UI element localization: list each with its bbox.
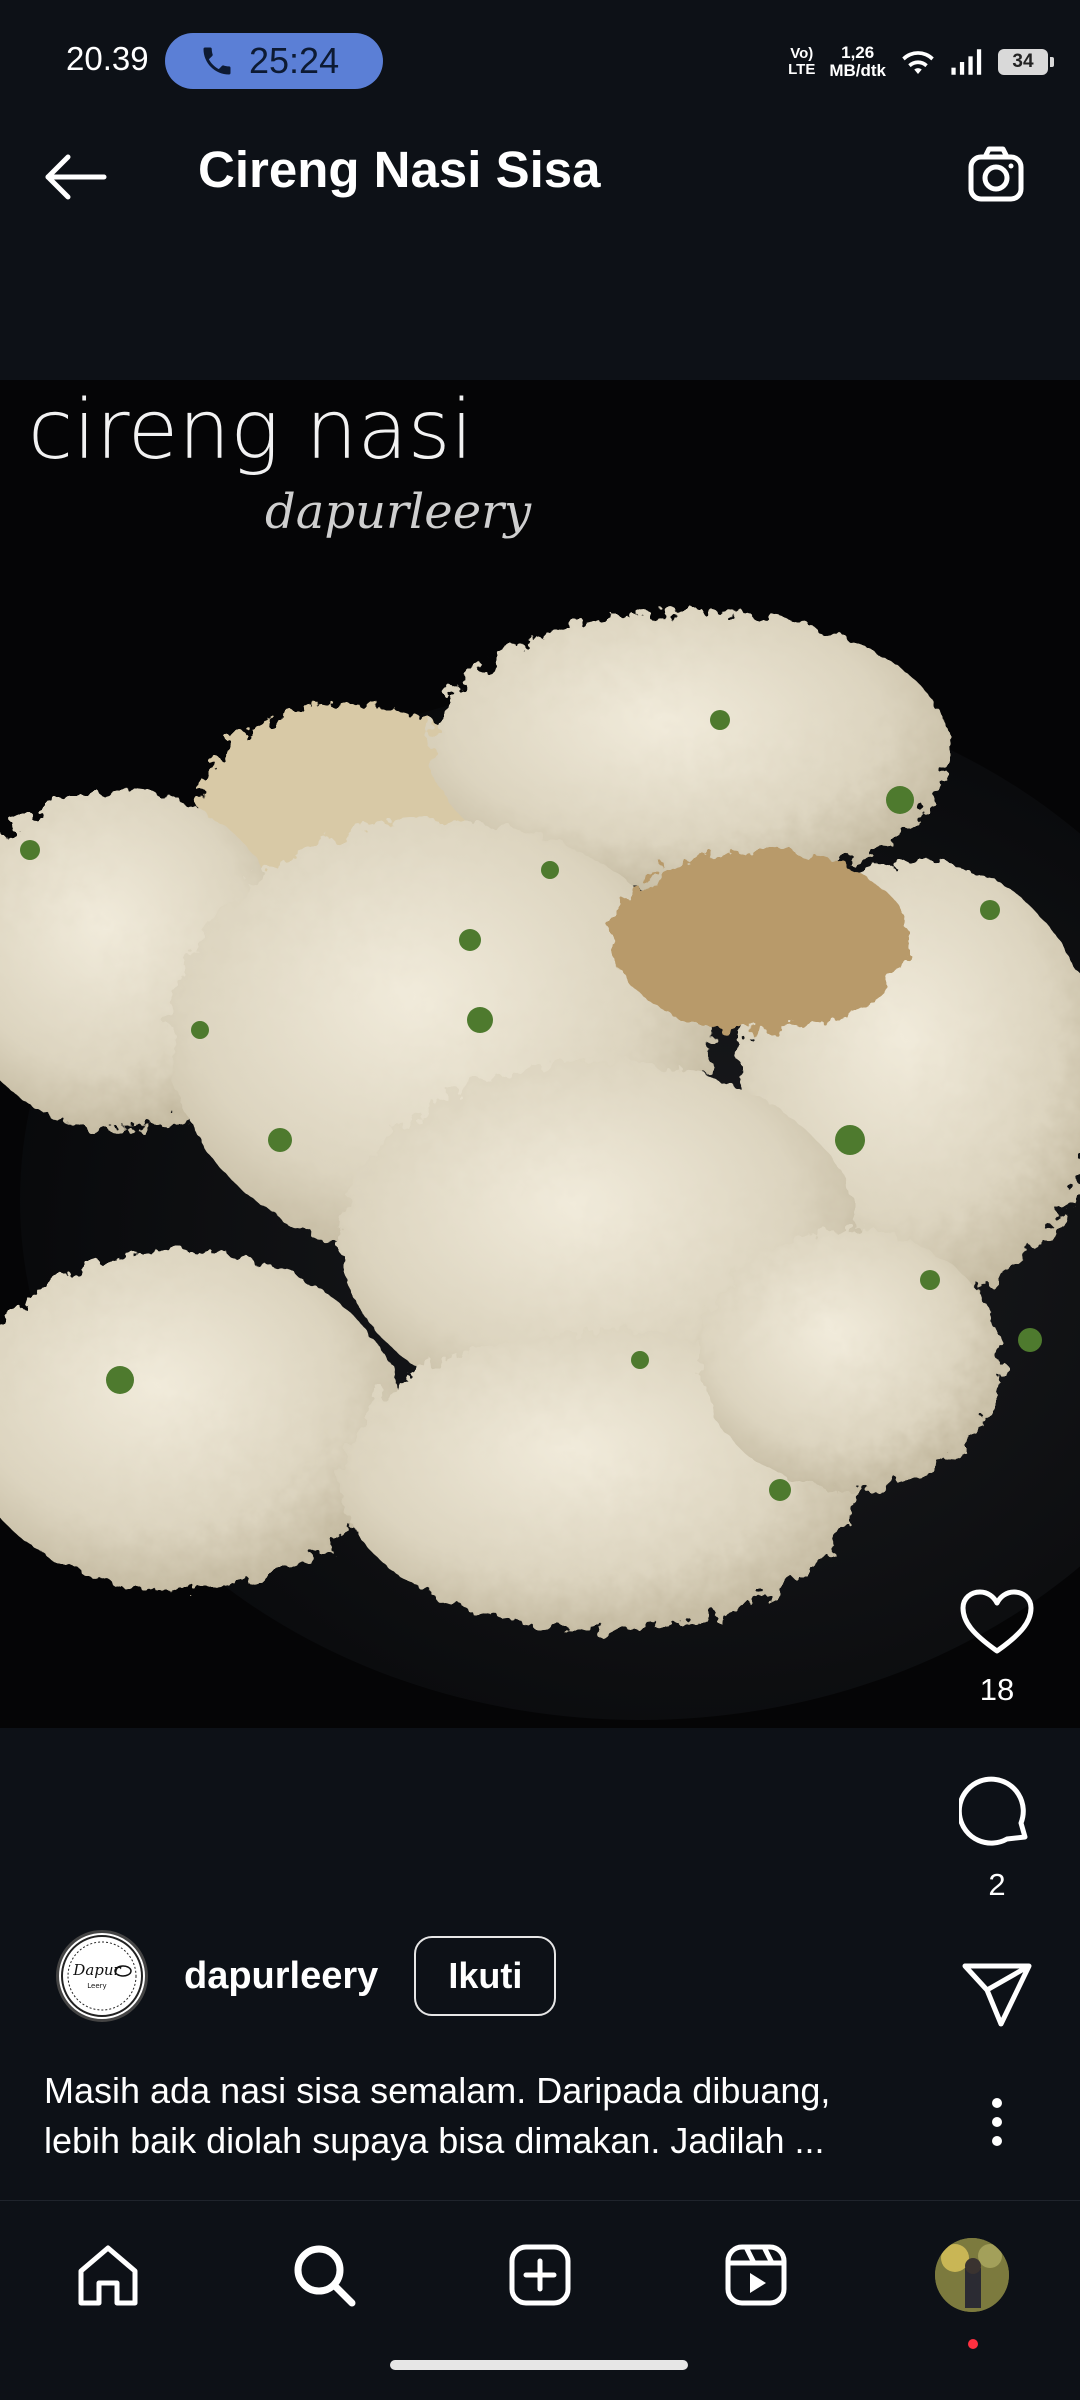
more-options-button[interactable] [937,2082,1057,2162]
battery-icon: 34 [998,49,1054,75]
volte-label: Vo) [790,45,814,62]
call-duration: 25:24 [249,40,340,81]
camera-icon [968,146,1024,202]
follow-button[interactable]: Ikuti [414,1936,557,2016]
like-action[interactable]: 18 [937,1588,1057,1708]
speed-unit: MB/dtk [829,61,886,80]
svg-text:Dapur: Dapur [72,1961,121,1979]
wifi-icon [902,51,934,74]
speed-value: 1,26 [841,43,875,62]
comment-count: 2 [988,1867,1006,1902]
signal-icon [951,49,982,75]
lte-label: LTE [788,61,816,78]
author-logo: Dapur Leery [61,1935,143,2017]
caption-line-1: Masih ada nasi sisa semalam. Daripada di… [44,2070,831,2111]
like-count: 18 [979,1672,1015,1707]
send-icon[interactable] [961,1962,1033,2028]
image-overlay-title: cireng nasi [28,383,473,478]
status-bar: 20.39 25:24 Vo) LTE 1,26 MB/dtk 34 [0,0,1080,92]
nav-reels[interactable] [716,2235,796,2315]
phone-icon [203,47,231,75]
network-speed: 1,26 MB/dtk [829,44,886,80]
author-avatar[interactable]: Dapur Leery [56,1930,148,2022]
share-action[interactable] [937,1962,1057,2028]
nav-create[interactable] [500,2235,580,2315]
food-photo: cireng nasi dapurleery [0,380,1080,1728]
heart-icon[interactable] [959,1588,1035,1656]
search-icon [294,2245,356,2307]
back-button[interactable] [36,142,116,212]
author-row: Dapur Leery dapurleery Ikuti [56,1928,557,2024]
top-app-bar: Cireng Nasi Sisa [0,92,1080,252]
more-vertical-icon [992,2098,1002,2146]
notification-dot [968,2339,978,2349]
image-watermark: dapurleery [265,484,532,540]
comment-action[interactable]: 2 [937,1775,1057,1903]
arrow-left-icon [45,154,107,200]
home-icon [78,2245,138,2306]
bottom-navigation [0,2200,1080,2400]
nav-search[interactable] [284,2235,364,2315]
home-gesture-bar[interactable] [390,2360,688,2370]
post-image[interactable]: cireng nasi dapurleery [0,380,1080,1728]
comment-icon[interactable] [959,1775,1035,1851]
status-time: 20.39 [66,40,149,77]
nav-home[interactable] [68,2235,148,2315]
post-caption[interactable]: Masih ada nasi sisa semalam. Daripada di… [44,2066,924,2166]
volte-indicator: Vo) LTE [788,46,815,78]
camera-button[interactable] [956,136,1036,216]
profile-avatar [935,2238,1009,2312]
author-username[interactable]: dapurleery [184,1955,378,1998]
add-post-icon [509,2244,571,2306]
ongoing-call-pill[interactable]: 25:24 [165,33,383,89]
status-icons: Vo) LTE 1,26 MB/dtk 34 [788,36,1054,88]
page-title: Cireng Nasi Sisa [198,141,601,198]
caption-line-2: lebih baik diolah supaya bisa dimakan. J… [44,2120,825,2161]
reels-icon [725,2244,787,2306]
svg-text:Leery: Leery [87,1982,106,1990]
nav-profile[interactable] [932,2235,1012,2349]
